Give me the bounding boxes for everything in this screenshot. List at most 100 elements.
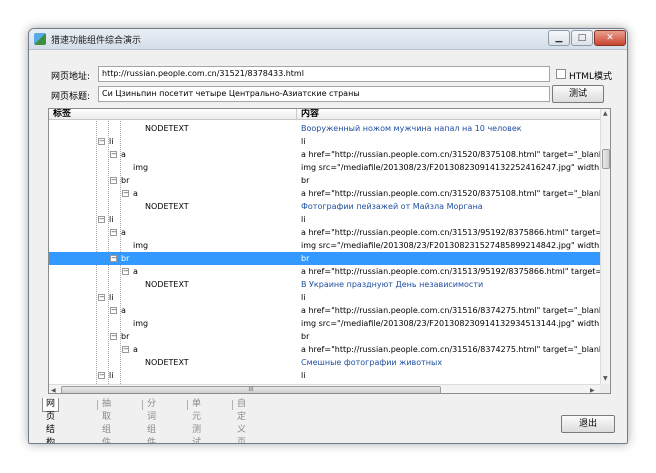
tree-row[interactable]: − li li — [49, 213, 600, 226]
node-content: br — [301, 332, 310, 341]
collapse-toggle-icon[interactable]: − — [122, 346, 129, 353]
collapse-toggle-icon[interactable]: − — [98, 138, 105, 145]
collapse-toggle-icon[interactable]: − — [110, 229, 117, 236]
node-tag: br — [121, 176, 130, 185]
node-content: br — [301, 254, 310, 263]
node-tag: li — [109, 293, 114, 302]
node-tag: NODETEXT — [145, 280, 189, 289]
tree-row[interactable]: − br br — [49, 330, 600, 343]
scroll-right-icon[interactable]: ▶ — [590, 387, 595, 393]
node-tag: a — [133, 267, 138, 276]
collapse-toggle-icon[interactable]: − — [98, 372, 105, 379]
html-mode-label: HTML模式 — [569, 72, 613, 82]
tree-row[interactable]: NODETEXT В Украине празднуют День независ… — [49, 278, 600, 291]
node-tag: img — [133, 163, 149, 172]
html-tree-view[interactable]: 标签 内容 NODETEXT Вооруженный ножом мужчина … — [48, 108, 611, 394]
tab-custom-page[interactable]: 自定义页面 — [234, 398, 249, 443]
collapse-toggle-icon[interactable]: − — [110, 177, 117, 184]
close-icon: ✕ — [606, 33, 614, 43]
minimize-icon: ▁ — [555, 33, 563, 43]
tab-page-tree[interactable]: 网页结构树 — [42, 398, 60, 443]
node-content: a href="http://russian.people.com.cn/315… — [301, 306, 600, 315]
collapse-toggle-icon[interactable]: − — [98, 216, 105, 223]
tree-row[interactable]: img img src="/mediafile/201308/23/F201308… — [49, 161, 600, 174]
main-window: 猎速功能组件综合演示 ▁ □ ✕ 网页地址: http://russian.pe… — [28, 28, 628, 444]
node-content: li — [301, 215, 306, 224]
tree-header: 标签 内容 — [49, 109, 600, 120]
scroll-corner — [600, 384, 610, 393]
title-bar[interactable]: 猎速功能组件综合演示 ▁ □ ✕ — [29, 29, 627, 50]
tree-row[interactable]: img img src="/mediafile/201308/23/F201308… — [49, 239, 600, 252]
collapse-toggle-icon[interactable]: − — [98, 294, 105, 301]
tree-row[interactable]: − li li — [49, 369, 600, 382]
collapse-toggle-icon[interactable]: − — [122, 190, 129, 197]
tree-row[interactable]: − a a href="http://russian.people.com.cn/3… — [49, 187, 600, 200]
tree-row[interactable]: − a a href="http://russian.people.com.cn/3… — [49, 226, 600, 239]
collapse-toggle-icon[interactable]: − — [110, 151, 117, 158]
tree-row[interactable]: − br br — [49, 174, 600, 187]
node-tag: li — [109, 137, 114, 146]
collapse-toggle-icon[interactable]: − — [110, 333, 117, 340]
node-content: a href="http://russian.people.com.cn/315… — [301, 150, 600, 159]
node-content: img src="/mediafile/201308/23/F201308230… — [301, 163, 600, 172]
collapse-toggle-icon[interactable]: − — [110, 307, 117, 314]
node-tag: a — [121, 306, 126, 315]
node-content: img src="/mediafile/201308/23/F201308230… — [301, 319, 600, 328]
node-content: a href="http://russian.people.com.cn/315… — [301, 228, 600, 237]
node-tag: NODETEXT — [145, 358, 189, 367]
node-content: a href="http://russian.people.com.cn/315… — [301, 345, 600, 354]
tree-row[interactable]: NODETEXT Вооруженный ножом мужчина напал … — [49, 122, 600, 135]
tree-row[interactable]: − li li — [49, 291, 600, 304]
tab-unit-test[interactable]: 单元测试 — [189, 398, 204, 443]
scroll-left-icon[interactable]: ◀ — [51, 387, 56, 393]
node-tag: NODETEXT — [145, 124, 189, 133]
tab-extract[interactable]: 抽取组件 — [99, 398, 114, 443]
test-button[interactable]: 测试 — [552, 85, 604, 103]
vertical-scrollbar[interactable]: ▲ ▼ — [600, 109, 610, 384]
tree-row[interactable]: NODETEXT Фотографии пейзажей от Майзла Мо… — [49, 200, 600, 213]
node-content: li — [301, 371, 306, 380]
scroll-up-icon[interactable]: ▲ — [603, 110, 608, 117]
header-divider[interactable] — [296, 109, 297, 120]
exit-button[interactable]: 退出 — [561, 415, 615, 433]
node-tag: li — [109, 371, 114, 380]
url-label: 网页地址: — [51, 72, 91, 82]
tab-separator — [232, 400, 233, 410]
tree-rows: NODETEXT Вооруженный ножом мужчина напал … — [49, 121, 600, 384]
node-content: a href="http://russian.people.com.cn/315… — [301, 267, 600, 276]
vertical-scroll-thumb[interactable] — [602, 149, 610, 169]
tree-row[interactable]: − a a href="http://russian.people.com.cn/3… — [49, 343, 600, 356]
tree-row[interactable]: − a a href="http://russian.people.com.cn/3… — [49, 265, 600, 278]
node-content: li — [301, 137, 306, 146]
node-content: Смешные фотографии животных — [301, 358, 443, 367]
app-icon — [34, 33, 46, 45]
minimize-button[interactable]: ▁ — [548, 30, 570, 46]
tree-row[interactable]: NODETEXT Смешные фотографии животных — [49, 356, 600, 369]
horizontal-scrollbar[interactable]: ◀ III ▶ — [49, 384, 600, 393]
collapse-toggle-icon[interactable]: − — [122, 268, 129, 275]
tree-row[interactable]: − a a href="http://russian.people.com.cn/3… — [49, 304, 600, 317]
node-tag: NODETEXT — [145, 202, 189, 211]
horizontal-scroll-thumb[interactable]: III — [61, 386, 441, 393]
tree-row[interactable]: − li li — [49, 135, 600, 148]
maximize-icon: □ — [577, 33, 587, 43]
collapse-toggle-icon[interactable]: − — [110, 255, 117, 262]
header-content[interactable]: 内容 — [301, 109, 319, 120]
node-content: br — [301, 176, 310, 185]
node-tag: img — [133, 319, 149, 328]
node-tag: a — [133, 189, 138, 198]
url-input[interactable]: http://russian.people.com.cn/31521/83784… — [98, 66, 550, 82]
tree-row[interactable]: − a a href="http://russian.people.com.cn/3… — [49, 148, 600, 161]
window-title: 猎速功能组件综合演示 — [51, 36, 142, 46]
node-content: Фотографии пейзажей от Майзла Моргана — [301, 202, 483, 211]
title-input[interactable]: Си Цзиньпин посетит четыре Центрально-Аз… — [98, 86, 550, 102]
tree-row[interactable]: − br br — [49, 252, 600, 265]
scroll-down-icon[interactable]: ▼ — [603, 375, 608, 382]
close-button[interactable]: ✕ — [594, 30, 626, 46]
html-mode-checkbox[interactable] — [556, 69, 566, 79]
maximize-button[interactable]: □ — [571, 30, 593, 46]
tab-separator — [97, 400, 98, 410]
tab-segment[interactable]: 分词组件 — [144, 398, 159, 443]
header-tag[interactable]: 标签 — [53, 109, 71, 120]
tree-row[interactable]: img img src="/mediafile/201308/23/F201308… — [49, 317, 600, 330]
